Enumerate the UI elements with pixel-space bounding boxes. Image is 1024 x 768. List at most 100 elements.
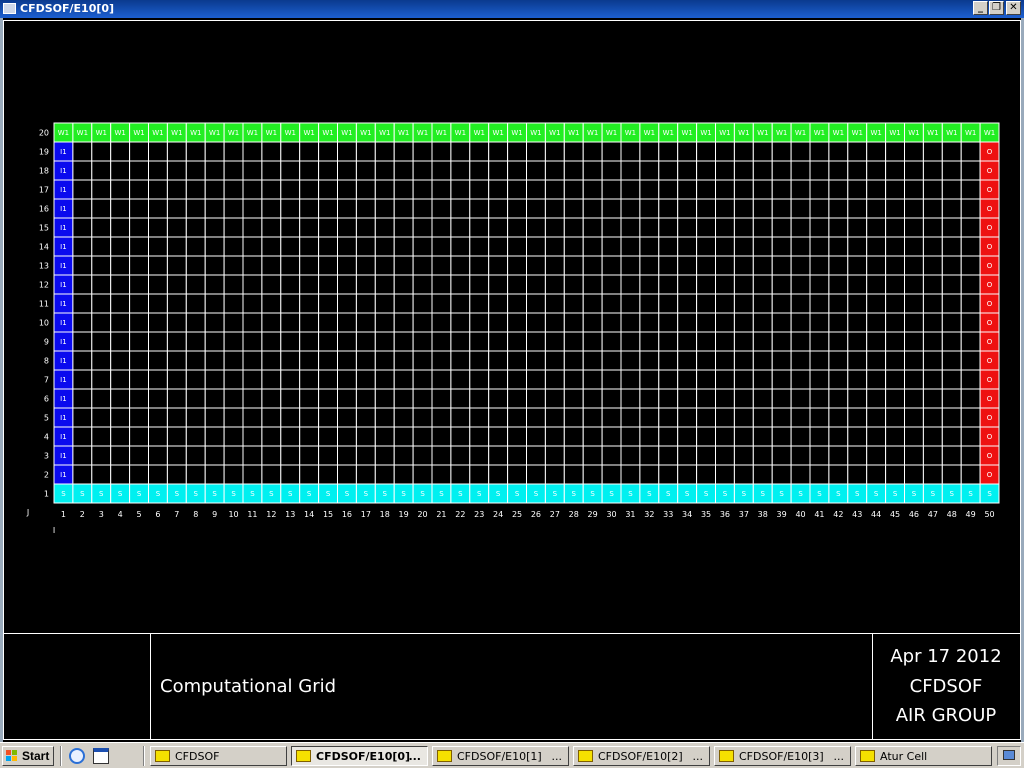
grid-cell [148,464,168,485]
grid-cell [885,179,905,200]
grid-cell [507,350,528,371]
grid-cell [658,445,679,466]
grid-cell [110,331,131,352]
taskbar-separator [143,746,145,766]
grid-cell-label: S [288,490,293,498]
ie-icon[interactable] [69,748,85,764]
grid-cell [771,293,792,314]
grid-cell [129,217,150,238]
grid-cell [904,274,924,295]
taskbar-button[interactable]: CFDSOF/E10[3]... [714,746,851,766]
taskbar-button[interactable]: CFDSOF/E10[0]... [291,746,428,766]
grid-cell [185,407,206,428]
grid-cell [318,293,339,314]
grid-cell [809,141,830,162]
network-icon[interactable] [1003,750,1015,760]
grid-cell-label: W1 [209,129,220,137]
taskbar-button[interactable]: Atur Cell [855,746,992,766]
grid-cell [337,255,357,276]
grid-cell [922,388,943,409]
grid-cell [790,179,811,200]
grid-cell-label: O [987,452,993,460]
show-desktop-icon[interactable] [93,748,109,764]
grid-cell-label: S [137,490,142,498]
grid-cell [91,141,112,162]
grid-cell [639,464,660,485]
grid-cell [450,236,471,257]
grid-cell [72,426,93,447]
grid-cell [412,312,433,333]
grid-cell [393,293,414,314]
grid-cell [166,407,187,428]
grid-cell [185,350,206,371]
grid-cell-label: S [345,490,350,498]
grid-cell [828,255,849,276]
grid-cell [866,179,887,200]
grid-cell [337,350,357,371]
grid-cell [790,274,811,295]
grid-cell [204,312,225,333]
grid-cell [960,179,981,200]
column-index-label: 17 [361,510,371,519]
grid-cell-label: S [175,490,180,498]
grid-cell [790,369,811,390]
grid-cell-label: W1 [247,129,258,137]
grid-cell [431,179,452,200]
grid-cell [847,350,868,371]
grid-cell [620,407,641,428]
grid-cell-label: O [987,224,993,232]
grid-cell [242,274,263,295]
grid-cell [526,369,546,390]
grid-cell [223,388,244,409]
grid-cell [526,293,546,314]
grid-cell-label: I1 [60,243,67,251]
grid-cell-label: S [496,490,501,498]
grid-cell [582,388,603,409]
grid-cell [960,141,981,162]
grid-cell [374,426,395,447]
grid-cell [885,160,905,181]
grid-cell [223,312,244,333]
grid-cell [412,198,433,219]
grid-cell [261,445,282,466]
grid-cell [261,407,282,428]
grid-cell [904,293,924,314]
grid-cell [601,255,622,276]
grid-cell [450,445,471,466]
grid-cell-label: S [836,490,841,498]
start-button[interactable]: Start [2,746,54,766]
grid-cell-label: W1 [492,129,503,137]
grid-cell [318,217,339,238]
taskbar-separator [60,746,62,766]
grid-cell [582,445,603,466]
grid-cell [280,369,301,390]
grid-cell [280,236,301,257]
grid-cell [507,274,528,295]
grid-cell [355,312,376,333]
grid-cell [374,236,395,257]
grid-cell [922,217,943,238]
grid-cell [450,407,471,428]
taskbar-button[interactable]: CFDSOF/E10[1]... [432,746,569,766]
grid-cell [658,331,679,352]
grid-cell [129,255,150,276]
taskbar-button[interactable]: CFDSOF/E10[2]... [573,746,710,766]
taskbar-button[interactable]: CFDSOF [150,746,287,766]
grid-cell [507,255,528,276]
grid-cell [544,388,565,409]
grid-cell [185,255,206,276]
grid-cell [677,198,698,219]
grid-cell [563,369,584,390]
grid-cell [337,179,357,200]
computational-grid[interactable]: W1 W1 W1 W1 W1 W1 W1 W1 W1 W1 W1 W1 W1 W1 W1 W1 W1 W1 W1 W1… [0,0,1024,640]
grid-cell [450,255,471,276]
grid-cell [696,217,716,238]
grid-cell-label: I1 [60,224,67,232]
row-index-label: 7 [44,376,49,385]
grid-cell [299,369,320,390]
grid-cell [166,350,187,371]
grid-cell [223,369,244,390]
grid-cell [790,255,811,276]
grid-cell [431,312,452,333]
grid-cell [620,312,641,333]
